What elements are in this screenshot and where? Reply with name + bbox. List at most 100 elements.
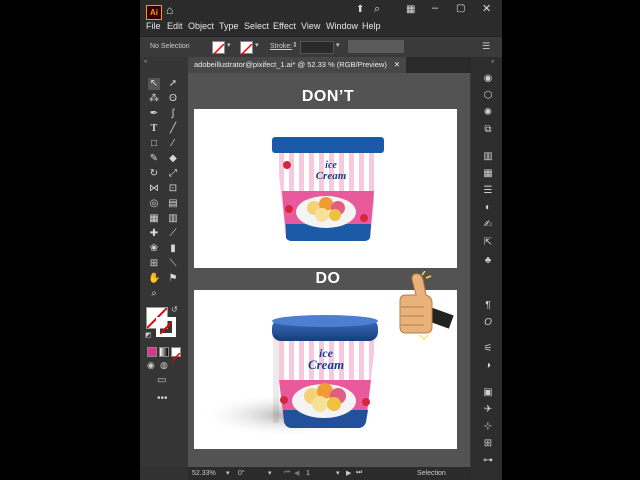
edit-toolbar-icon[interactable]: ••• [157, 393, 168, 404]
sun-panel-icon[interactable]: ✺ [482, 107, 494, 119]
zoom-dropdown-icon[interactable]: ▾ [226, 469, 230, 477]
stroke-swatch[interactable] [240, 41, 253, 56]
brushes-panel-icon[interactable]: ✍ [482, 219, 494, 231]
default-colors-icon[interactable]: ◩ [145, 331, 152, 339]
artboard-dont[interactable]: ice Cream [194, 109, 457, 268]
stroke-color-box[interactable] [156, 317, 176, 337]
hand-tool-icon[interactable]: ✋ [148, 273, 160, 285]
pen-tool-icon[interactable]: ✒ [148, 108, 160, 120]
fill-dropdown-icon[interactable]: ▾ [227, 41, 231, 49]
scale-tool-icon[interactable]: ⤢ [167, 168, 179, 180]
close-window-icon[interactable]: ✕ [482, 2, 491, 15]
artboard-dropdown-icon[interactable]: ▾ [336, 469, 340, 477]
rotation-dropdown-icon[interactable]: ▾ [268, 469, 272, 477]
menu-select[interactable]: Select [244, 21, 269, 31]
first-artboard-icon[interactable]: ⏮ [284, 469, 290, 477]
panel-menu-icon[interactable]: ☰ [482, 41, 490, 52]
zoom-tool-icon[interactable]: ⌕ [148, 288, 160, 300]
menu-edit[interactable]: Edit [167, 21, 183, 31]
search-icon[interactable]: ⌕ [374, 3, 380, 16]
mesh-tool-icon[interactable]: ▦ [148, 213, 160, 225]
zoom-level[interactable]: 52.33% [192, 470, 216, 477]
rotation-value[interactable]: 0° [238, 470, 245, 477]
close-tab-icon[interactable]: ✕ [394, 60, 400, 69]
magic-wand-tool-icon[interactable]: ⁂ [148, 93, 160, 105]
pathfinder-panel-icon[interactable]: ⊞ [482, 438, 494, 450]
gradient-mode-button[interactable] [159, 347, 169, 357]
swatches-panel-icon[interactable]: ▦ [482, 168, 494, 180]
line-tool-icon[interactable]: ╱ [167, 123, 179, 135]
width-tool-icon[interactable]: ⋈ [148, 183, 160, 195]
type-tool-icon[interactable]: T [148, 123, 160, 135]
free-transform-tool-icon[interactable]: ⊡ [167, 183, 179, 195]
menu-object[interactable]: Object [188, 21, 214, 31]
artboard-number[interactable]: 1 [306, 470, 310, 477]
collapse-dock-icon[interactable]: » [491, 59, 494, 65]
stroke-weight-input[interactable] [300, 41, 334, 54]
direct-selection-tool-icon[interactable]: ➚ [167, 78, 179, 90]
3d-panel-icon[interactable]: ⬡ [482, 90, 494, 102]
artboard-tool-icon[interactable]: ⊞ [148, 258, 160, 270]
lasso-tool-icon[interactable]: ʘ [167, 93, 179, 105]
share-icon[interactable]: ⬆ [356, 4, 364, 15]
navigator-panel-icon[interactable]: ✈ [482, 404, 494, 416]
stroke-weight-stepper-icon[interactable]: ⇕ [292, 41, 298, 49]
rotate-tool-icon[interactable]: ↻ [148, 168, 160, 180]
menu-file[interactable]: File [146, 21, 161, 31]
screen-mode-icon[interactable]: ▭ [157, 375, 166, 386]
assets-panel-icon[interactable]: ⧉ [482, 124, 494, 136]
libraries-panel-icon[interactable]: ▣ [482, 387, 494, 399]
blend-tool-icon[interactable]: ⟋ [167, 228, 179, 240]
slice-tool-icon[interactable]: ⟍ [167, 258, 179, 270]
none-mode-button[interactable] [171, 347, 181, 362]
rectangle-tool-icon[interactable]: □ [148, 138, 160, 150]
shape-builder-tool-icon[interactable]: ◎ [148, 198, 160, 210]
print-tiling-tool-icon[interactable]: ⚑ [167, 273, 179, 285]
align-panel-icon[interactable]: ☰ [482, 185, 494, 197]
eraser-tool-icon[interactable]: ◆ [167, 153, 179, 165]
eyedropper-tool-icon[interactable]: ✚ [148, 228, 160, 240]
symbol-sprayer-tool-icon[interactable]: ❀ [148, 243, 160, 255]
menu-effect[interactable]: Effect [273, 21, 296, 31]
draw-mode-icon[interactable]: ◉ [147, 360, 155, 371]
fill-swatch[interactable] [212, 41, 225, 56]
graphic-styles-panel-icon[interactable]: ◑ [482, 360, 494, 372]
stroke-dropdown-icon[interactable]: ▾ [255, 41, 259, 49]
transform-panel-icon[interactable]: ⊹ [482, 421, 494, 433]
menu-window[interactable]: Window [326, 21, 358, 31]
menu-type[interactable]: Type [219, 21, 239, 31]
maximize-icon[interactable]: ▢ [456, 3, 465, 14]
home-icon[interactable]: ⌂ [166, 3, 173, 17]
minimize-icon[interactable]: – [432, 2, 438, 14]
stroke-weight-dropdown-icon[interactable]: ▾ [336, 41, 340, 49]
appearance-panel-icon[interactable]: ◉ [482, 73, 494, 85]
swap-fill-stroke-icon[interactable]: ↺ [171, 305, 178, 314]
color-mode-button[interactable] [147, 347, 157, 357]
next-artboard-icon[interactable]: ▶ [346, 469, 351, 477]
color-guide-panel-icon[interactable]: ▥ [482, 151, 494, 163]
previous-artboard-icon[interactable]: ◀ [294, 469, 299, 477]
selection-tool-icon[interactable]: ↖ [148, 78, 160, 90]
style-field[interactable] [348, 40, 404, 53]
color-panel-icon[interactable]: ◐ [482, 202, 494, 214]
properties-panel-icon[interactable]: ⚟ [482, 343, 494, 355]
draw-inside-icon[interactable]: ◍ [160, 360, 168, 371]
collapse-panel-icon[interactable]: « [144, 59, 147, 65]
menu-view[interactable]: View [301, 21, 320, 31]
gradient-tool-icon[interactable]: ▥ [167, 213, 179, 225]
column-graph-tool-icon[interactable]: ▮ [167, 243, 179, 255]
paragraph-panel-icon[interactable]: ¶ [482, 300, 494, 312]
links-panel-icon[interactable]: ⊶ [482, 455, 494, 467]
workspace-switcher-icon[interactable]: ▦ [406, 4, 415, 15]
canvas-area[interactable]: DON’T ice Cream DO ice Cream [188, 73, 482, 467]
perspective-grid-tool-icon[interactable]: ▤ [167, 198, 179, 210]
menu-help[interactable]: Help [362, 21, 381, 31]
symbols-panel-icon[interactable]: ♣ [482, 255, 494, 267]
glyphs-panel-icon[interactable]: O [482, 317, 494, 329]
document-tab[interactable]: adobeillustrator@pixifect_1.ai* @ 52.33 … [188, 57, 407, 73]
export-panel-icon[interactable]: ⇱ [482, 237, 494, 249]
paintbrush-tool-icon[interactable]: ⁄ [167, 138, 179, 150]
curvature-tool-icon[interactable]: ∫ [167, 108, 179, 120]
shaper-tool-icon[interactable]: ✎ [148, 153, 160, 165]
last-artboard-icon[interactable]: ⏭ [356, 469, 362, 477]
